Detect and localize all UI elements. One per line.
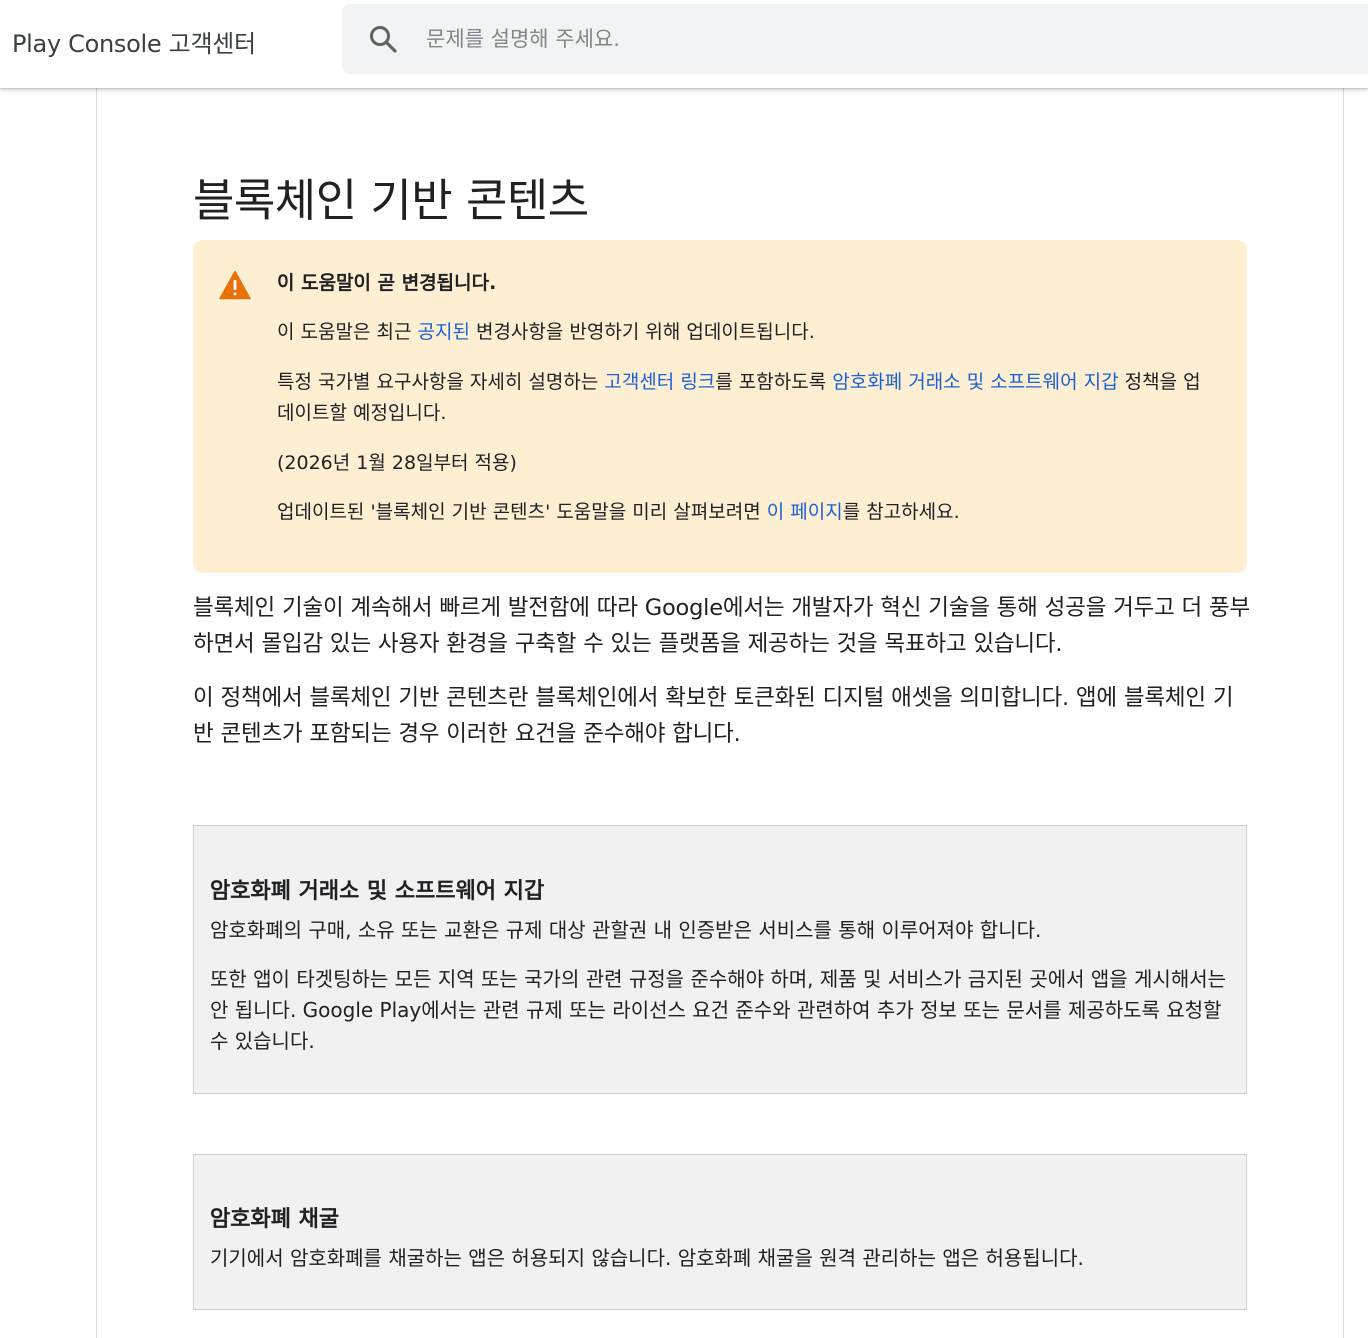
- notice-text: 를 포함하도록: [715, 371, 833, 393]
- help-center-link[interactable]: 고객센터 링크: [604, 371, 715, 393]
- section-paragraph: 기기에서 암호화폐를 채굴하는 앱은 허용되지 않습니다. 암호화폐 채굴을 원…: [210, 1246, 1084, 1270]
- notice-line: 이 도움말은 최근 공지된 변경사항을 반영하기 위해 업데이트됩니다.: [277, 317, 1217, 348]
- intro-paragraph: 블록체인 기술이 계속해서 빠르게 발전함에 따라 Google에서는 개발자가…: [193, 595, 1250, 657]
- notice-line: 특정 국가별 요구사항을 자세히 설명하는 고객센터 링크를 포함하도록 암호화…: [277, 367, 1217, 429]
- notice-text: 이 도움말은 최근: [277, 321, 418, 343]
- section-title: 암호화폐 거래소 및 소프트웨어 지갑: [210, 879, 545, 904]
- notice-text: 업데이트된 '블록체인 기반 콘텐츠' 도움말을 미리 살펴보려면: [277, 501, 767, 523]
- definition-paragraph: 이 정책에서 블록체인 기반 콘텐츠란 블록체인에서 확보한 토큰화된 디지털 …: [193, 685, 1234, 747]
- top-app-bar: Play Console 고객센터: [0, 0, 1368, 88]
- notice-text: 특정 국가별 요구사항을 자세히 설명하는: [277, 371, 605, 393]
- notice-line: 업데이트된 '블록체인 기반 콘텐츠' 도움말을 미리 살펴보려면 이 페이지를…: [277, 497, 1217, 528]
- notice-effective-date: (2026년 1월 28일부터 적용): [277, 452, 517, 474]
- policy-section-crypto-mining: 암호화폐 채굴 기기에서 암호화폐를 채굴하는 앱은 허용되지 않습니다. 암호…: [193, 1154, 1247, 1310]
- search-box[interactable]: [342, 4, 1368, 74]
- search-icon[interactable]: [368, 24, 398, 54]
- search-input[interactable]: [426, 22, 1326, 56]
- this-page-link[interactable]: 이 페이지: [767, 501, 843, 523]
- section-paragraph: 암호화폐의 구매, 소유 또는 교환은 규제 대상 관할권 내 인증받은 서비스…: [210, 918, 1042, 942]
- change-notice-banner: 이 도움말이 곧 변경됩니다. 이 도움말은 최근 공지된 변경사항을 반영하기…: [193, 240, 1247, 573]
- app-title[interactable]: Play Console 고객센터: [12, 24, 256, 59]
- crypto-exchange-policy-link[interactable]: 암호화폐 거래소 및 소프트웨어 지갑: [832, 371, 1118, 393]
- notice-heading: 이 도움말이 곧 변경됩니다.: [277, 272, 497, 294]
- notice-text: 를 참고하세요.: [842, 501, 960, 523]
- section-title: 암호화폐 채굴: [210, 1207, 340, 1232]
- announced-link[interactable]: 공지된: [417, 321, 469, 343]
- notice-text: 변경사항을 반영하기 위해 업데이트됩니다.: [469, 321, 815, 343]
- page-title: 블록체인 기반 콘텐츠: [193, 174, 589, 227]
- section-paragraph: 또한 앱이 타겟팅하는 모든 지역 또는 국가의 관련 규정을 준수해야 하며,…: [210, 967, 1227, 1053]
- policy-section-crypto-exchange: 암호화폐 거래소 및 소프트웨어 지갑 암호화폐의 구매, 소유 또는 교환은 …: [193, 825, 1247, 1094]
- warning-triangle-icon: [219, 270, 251, 300]
